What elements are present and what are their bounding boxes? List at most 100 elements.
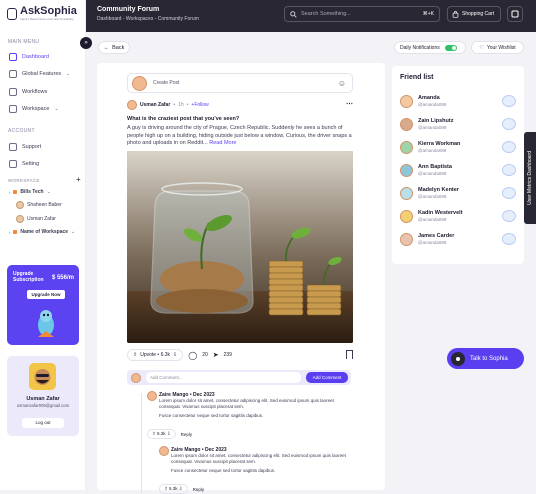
workspace-name-of-workspace[interactable]: › Name of Workspace ⌄ <box>9 229 75 235</box>
sidebar-item-global-features[interactable]: Global Features ⌄ <box>6 67 80 80</box>
arrow-down-icon[interactable]: ⇩ <box>173 352 177 358</box>
wishlist-label: Your Wishlist <box>486 44 516 51</box>
upvote-button[interactable]: ⇧ Upvote • 6.3k ⇩ <box>127 349 184 361</box>
upgrade-now-button[interactable]: Upgrade Now <box>27 290 65 299</box>
create-post-input[interactable]: Create Post ☺ <box>127 73 353 93</box>
workspace-name: Name of Workspace <box>20 229 69 235</box>
toggle-switch[interactable] <box>444 44 457 51</box>
comment-vote-button[interactable]: ⇧ 5.3k ⇩ <box>147 429 176 439</box>
search-placeholder: Search Something... <box>301 11 351 17</box>
read-more-link[interactable]: Read More <box>209 140 236 146</box>
sidebar-item-dashboard[interactable]: Dashboard <box>6 50 80 63</box>
workspace-name: Bills Tech <box>20 189 44 195</box>
avatar[interactable] <box>127 100 137 110</box>
chat-icon[interactable] <box>502 95 516 107</box>
comment-votes: 5.3k <box>157 431 166 436</box>
user-name: Usman Zafar <box>26 396 60 402</box>
avatar <box>16 215 24 223</box>
chevron-down-icon: ⌄ <box>54 105 59 112</box>
breadcrumb: Dashboard - Workspaces - Community Forum <box>97 16 199 22</box>
workspace-label: WORKSPACE <box>8 178 40 183</box>
user-email: usmanzafar009@gmail.com <box>16 403 70 408</box>
bookmark-icon[interactable] <box>346 350 353 359</box>
post-author[interactable]: Usman Zafar <box>140 102 170 108</box>
friend-item[interactable]: Ann Baptista @amanda089 <box>400 160 518 180</box>
sidebar-item-workspace[interactable]: Workspace ⌄ <box>6 102 80 115</box>
reply-button[interactable]: Reply <box>193 487 205 492</box>
thread-line <box>141 393 142 493</box>
sidebar-item-workflows[interactable]: Workflows <box>6 85 80 98</box>
upgrade-card: Upgrade Subscription $ 556/m Upgrade Now <box>7 265 79 345</box>
friend-name: Kierra Workman <box>418 141 461 147</box>
back-button[interactable]: ← Back <box>98 41 130 54</box>
chat-icon[interactable] <box>502 210 516 222</box>
collapse-sidebar-button[interactable]: » <box>80 37 92 49</box>
post-time: 1h <box>178 102 184 108</box>
workflow-icon <box>9 87 17 96</box>
emoji-icon[interactable]: ☺ <box>338 79 346 88</box>
comment-input[interactable]: Add Comment... <box>146 372 301 383</box>
support-icon <box>9 142 17 151</box>
sidebar-item-label: Support <box>22 143 42 150</box>
friend-item[interactable]: Zain Lipshutz @amanda089 <box>400 114 518 134</box>
avatar <box>400 186 413 200</box>
comment: Zaire Mango • Dec 2023 Lorem ipsum dolor… <box>171 447 355 474</box>
friend-item[interactable]: Madelyn Kenter @amanda089 <box>400 183 518 203</box>
add-workspace-icon[interactable]: + <box>76 176 81 184</box>
friend-list-panel: Friend list Amanda @amanda089 Zain Lipshu… <box>392 66 524 264</box>
friend-item[interactable]: Kadin Westervelt @amanda089 <box>400 206 518 226</box>
search-icon <box>290 10 297 18</box>
workspace-icon <box>9 104 17 113</box>
post-image[interactable] <box>127 151 353 343</box>
sidebar-item-support[interactable]: Support <box>6 140 80 153</box>
logout-button[interactable]: Log out <box>22 418 64 428</box>
wishlist-button[interactable]: ♡ Your Wishlist <box>471 41 524 54</box>
friend-handle: @amanda089 <box>418 125 447 130</box>
chat-icon[interactable] <box>502 164 516 176</box>
sidebar-item-label: Dashboard <box>22 53 49 60</box>
logo-icon <box>7 7 17 20</box>
talk-to-sophia-button[interactable]: Talk to Sophia <box>447 348 524 369</box>
search-input[interactable]: Search Something... ⌘+K <box>284 6 440 22</box>
chat-icon[interactable] <box>502 233 516 245</box>
post-title: What is the craziest post that you've se… <box>127 116 240 122</box>
sophia-icon <box>451 351 465 366</box>
share-icon[interactable]: ➤ <box>213 351 219 359</box>
post-text: A guy is driving around the city of Prag… <box>127 125 352 146</box>
friend-item[interactable]: Amanda @amanda089 <box>400 91 518 111</box>
sidebar-item-label: Workflows <box>22 88 48 95</box>
workspace-bills-tech[interactable]: › Bills Tech ⌄ <box>9 189 51 195</box>
daily-notifications-toggle[interactable]: Daily Notifications <box>394 41 466 54</box>
chat-icon[interactable] <box>502 118 516 130</box>
comment-vote-button[interactable]: ⇧ 5.3k ⇩ <box>159 484 188 494</box>
add-comment-button[interactable]: Add Comment <box>306 372 348 383</box>
comment-actions: ⇧ 5.3k ⇩ Reply <box>147 429 192 439</box>
chevron-right-icon: › <box>9 229 11 235</box>
avatar <box>29 363 56 390</box>
comment-text: Fusce consectetur neque sed tortor sagit… <box>159 413 264 418</box>
shopping-cart-button[interactable]: Shopping Cart <box>447 6 501 22</box>
side-tab-label: User Metrics Dashboard <box>527 151 533 205</box>
avatar <box>131 372 141 383</box>
member-name: Usman Zafar <box>27 216 56 222</box>
reply-button[interactable]: Reply <box>181 432 193 437</box>
comment-icon[interactable]: ◯ <box>188 351 197 360</box>
more-options-icon[interactable]: ⋯ <box>346 100 353 108</box>
image-button[interactable] <box>507 6 523 22</box>
logo[interactable]: AskSophia Inquiry Based New Look New Pos… <box>7 6 77 21</box>
brand-tagline: Inquiry Based New Look New Possibility <box>20 17 74 21</box>
friend-item[interactable]: James Carder @amanda089 <box>400 229 518 249</box>
sidebar: AskSophia Inquiry Based New Look New Pos… <box>0 0 86 490</box>
friend-item[interactable]: Kierra Workman @amanda089 <box>400 137 518 157</box>
comment-composer: Add Comment... Add Comment <box>127 370 351 385</box>
workspace-member[interactable]: Usman Zafar <box>16 215 56 223</box>
chevron-down-icon: ⌄ <box>66 70 71 77</box>
chat-icon[interactable] <box>502 187 516 199</box>
sidebar-item-setting[interactable]: Setting <box>6 157 80 170</box>
follow-button[interactable]: +Follow <box>191 102 208 108</box>
user-metrics-dashboard-tab[interactable]: User Metrics Dashboard <box>524 132 536 224</box>
chat-icon[interactable] <box>502 141 516 153</box>
heart-icon: ♡ <box>479 44 484 51</box>
arrow-up-icon: ⇧ <box>133 352 138 358</box>
workspace-member[interactable]: Shaheen Baber <box>16 201 62 209</box>
